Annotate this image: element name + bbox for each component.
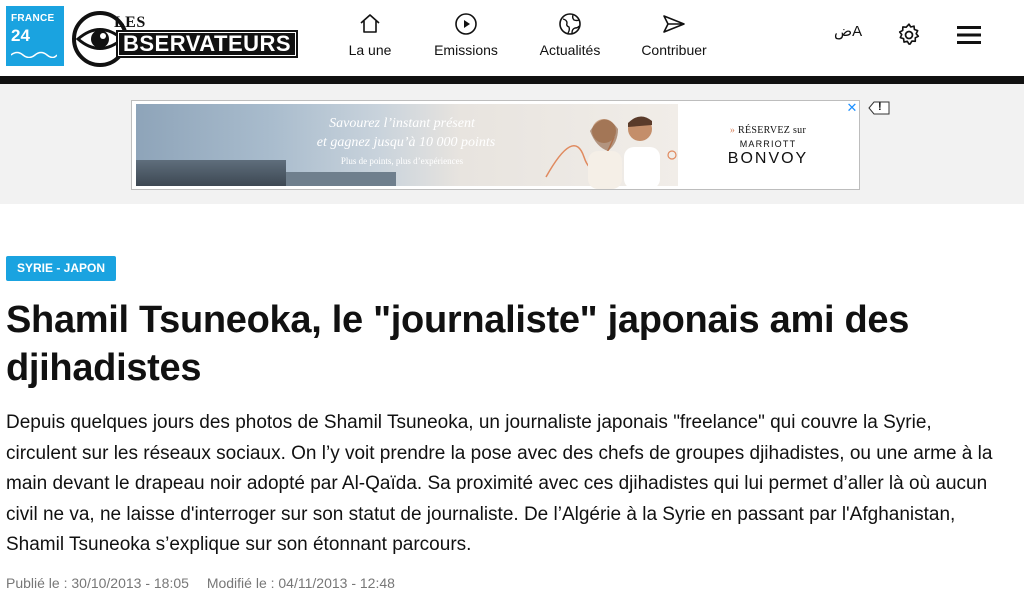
language-button[interactable]: ضA <box>834 22 866 50</box>
observateurs-logo-word: BSERVATEURS <box>116 30 299 58</box>
ad-building-shape <box>136 160 286 186</box>
ad-banner[interactable]: Savourez l’instant présent et gagnez jus… <box>131 100 860 190</box>
ad-cta-label: RÉSERVEZ sur <box>738 125 807 136</box>
ad-couple-photo-icon <box>545 116 677 189</box>
article-meta: Publié le : 30/10/2013 - 18:05 Modifié l… <box>6 575 395 591</box>
ad-headline-2: et gagnez jusqu’à 10 000 points <box>316 135 496 150</box>
ad-report-button[interactable]: ! <box>868 101 890 115</box>
play-icon <box>455 13 477 35</box>
ad-brand-block: » RÉSERVEZ sur MARRIOTT BONVOY <box>680 104 856 186</box>
globe-icon <box>559 13 581 35</box>
nav-la-une-label: La une <box>348 42 392 58</box>
observateurs-logo[interactable]: LES BSERVATEURS <box>72 10 306 68</box>
ad-headline-1: Savourez l’instant présent <box>329 116 475 131</box>
settings-button[interactable] <box>896 22 924 50</box>
header-divider-bar <box>0 76 1024 84</box>
france24-logo[interactable]: FRANCE 24 <box>6 6 64 66</box>
send-icon <box>663 15 685 33</box>
nav-contribuer-label: Contribuer <box>641 42 707 58</box>
nav-emissions[interactable]: Emissions <box>430 12 502 58</box>
france24-logo-line1: FRANCE <box>11 13 55 24</box>
ad-brand-main: BONVOY <box>727 150 809 167</box>
nav-actualites-label: Actualités <box>539 42 601 58</box>
language-icon: ضA <box>834 23 863 40</box>
ad-subline: Plus de points, plus d’expériences <box>340 156 464 166</box>
nav-actualites[interactable]: Actualités <box>535 12 605 58</box>
ad-cta-arrow: » <box>729 125 736 136</box>
published-date: Publié le : 30/10/2013 - 18:05 <box>6 575 189 591</box>
home-icon <box>360 14 380 33</box>
nav-emissions-label: Emissions <box>434 42 498 58</box>
article-title: Shamil Tsuneoka, le "journaliste" japona… <box>6 299 910 389</box>
france24-logo-line2: 24 <box>11 26 30 45</box>
site-header: FRANCE 24 LES BSERVATEURS La une Emissio… <box>0 0 1024 76</box>
gear-icon <box>898 23 920 45</box>
ad-report-symbol: ! <box>878 101 882 113</box>
article-lead: Depuis quelques jours des photos de Sham… <box>6 412 993 555</box>
nav-contribuer[interactable]: Contribuer <box>639 12 709 58</box>
ad-close-icon[interactable]: ✕ <box>845 101 859 115</box>
ad-cta: » RÉSERVEZ sur <box>680 125 856 136</box>
hamburger-icon <box>957 26 981 44</box>
menu-button[interactable] <box>957 24 983 48</box>
category-tag[interactable]: SYRIE - JAPON <box>6 256 117 281</box>
nav-la-une[interactable]: La une <box>344 12 396 58</box>
ad-building-shape <box>286 172 396 186</box>
ad-image: Savourez l’instant présent et gagnez jus… <box>136 104 678 189</box>
modified-date: Modifié le : 04/11/2013 - 12:48 <box>206 575 395 591</box>
france24-wave-icon <box>11 51 57 58</box>
ad-brand-top: MARRIOTT <box>739 139 797 149</box>
